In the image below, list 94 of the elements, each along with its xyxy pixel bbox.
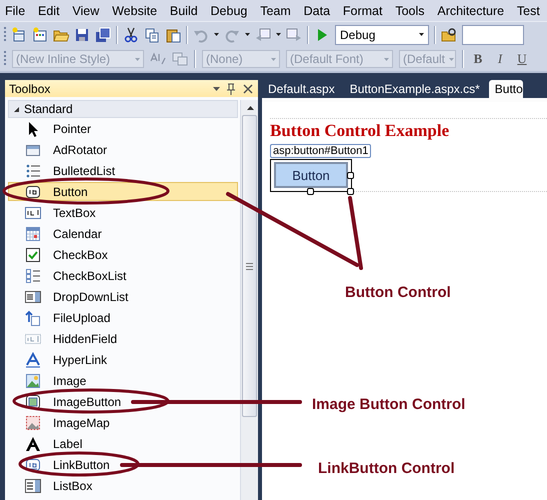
dropdown-caret-icon[interactable]	[245, 33, 250, 36]
dropdown-caret-icon[interactable]	[214, 33, 219, 36]
label-icon	[25, 436, 41, 452]
document-tab[interactable]: Butto	[488, 80, 523, 98]
menu-item[interactable]: Edit	[35, 2, 63, 20]
toolbox-item[interactable]: ListBox	[8, 476, 238, 495]
image-map-icon	[25, 414, 41, 430]
collapse-triangle-icon[interactable]	[13, 106, 20, 112]
toolbox-item[interactable]: Pointer	[8, 119, 238, 138]
resize-handle[interactable]	[347, 172, 354, 179]
toolbox-item[interactable]: Image	[8, 371, 238, 390]
hyperlink-icon	[25, 352, 41, 368]
dropdown-caret-icon	[271, 58, 276, 60]
toolbox-item[interactable]: LinkButton	[8, 455, 238, 474]
page-heading: Button Control Example	[270, 120, 450, 141]
dropdown-caret-icon[interactable]	[276, 33, 281, 36]
menu-item[interactable]: File	[2, 2, 28, 20]
format-button[interactable]: B	[470, 51, 486, 67]
control-tag: asp:button#Button1	[270, 144, 372, 158]
format-button[interactable]: U	[514, 51, 530, 67]
dropdown-caret-icon	[384, 58, 389, 60]
checkbox-icon	[25, 246, 41, 262]
paste-icon	[165, 26, 181, 42]
annotation-label: Button Control	[345, 284, 451, 301]
close-icon[interactable]	[242, 82, 254, 94]
annotation-label: Image Button Control	[312, 396, 466, 413]
toolbox-item[interactable]: TextBox	[8, 203, 238, 222]
pin-icon[interactable]	[225, 82, 237, 94]
grip-icon	[246, 262, 253, 270]
menu-item[interactable]: Format	[340, 2, 386, 20]
dropdown-caret-icon[interactable]	[213, 86, 220, 90]
menu-item[interactable]: Data	[300, 2, 334, 20]
scroll-up-icon[interactable]	[246, 105, 254, 111]
toolbox-item[interactable]: CheckBoxList	[8, 266, 238, 285]
configuration-value: Debug	[340, 28, 376, 42]
menu-item[interactable]: Build	[166, 2, 201, 20]
dropdown-value: (Default	[403, 52, 446, 66]
copy-icon	[144, 26, 160, 42]
dropdown-value: (None)	[206, 52, 243, 66]
toolbox-item[interactable]: CheckBox	[8, 245, 238, 264]
document-tab[interactable]: ButtonExample.aspx.cs*	[344, 80, 489, 98]
toolbox-item[interactable]: Label	[8, 434, 238, 453]
menu-item[interactable]: Architecture	[434, 2, 508, 20]
toolbox-group-header[interactable]: Standard	[8, 100, 238, 118]
annotation-label: LinkButton Control	[318, 460, 455, 477]
menu-item[interactable]: View	[69, 2, 102, 20]
button-icon	[25, 184, 41, 200]
menu-item[interactable]: Test	[514, 2, 543, 20]
navigate-back-icon[interactable]	[255, 26, 271, 42]
list-box-icon	[25, 478, 41, 494]
link-button-icon	[25, 456, 41, 472]
calendar-icon	[25, 226, 41, 242]
format-button[interactable]: I	[492, 51, 508, 67]
add-item-icon[interactable]	[32, 26, 48, 42]
bulleted-list-icon	[25, 162, 41, 178]
cut-icon	[123, 26, 139, 42]
resize-handle[interactable]	[347, 188, 354, 195]
document-tab[interactable]: Default.aspx	[262, 80, 344, 98]
scrollbar[interactable]	[240, 100, 258, 500]
toolbox-item[interactable]: ImageMap	[8, 413, 238, 432]
menu-item[interactable]: Tools	[392, 2, 428, 20]
toolbox-item[interactable]: ImageButton	[8, 392, 238, 411]
menu-item[interactable]: Debug	[208, 2, 250, 20]
toolbox-item[interactable]: HiddenField	[8, 329, 238, 348]
dropdown-caret-icon	[419, 33, 424, 36]
panel-title: Toolbox	[9, 82, 50, 96]
navigate-forward-icon[interactable]	[286, 26, 302, 42]
toolbox-item[interactable]: DropDownList	[8, 287, 238, 306]
dropdown-caret-icon	[449, 58, 454, 60]
resize-handle[interactable]	[307, 188, 314, 195]
page-button[interactable]: Button	[274, 162, 348, 188]
menu-item[interactable]: Website	[109, 2, 160, 20]
search-field[interactable]	[462, 24, 524, 44]
save-icon	[74, 26, 90, 42]
checkbox-list-icon	[25, 268, 41, 284]
toolbox-item[interactable]: Button	[8, 182, 238, 201]
text-box-icon	[25, 204, 41, 220]
new-project-icon[interactable]	[11, 26, 27, 42]
toolbox-item[interactable]: Calendar	[8, 224, 238, 243]
toolbox-item[interactable]: HyperLink	[8, 350, 238, 369]
dropdown-value: (New Inline Style)	[16, 52, 110, 66]
file-upload-icon	[25, 310, 41, 326]
dropdown-list-icon	[25, 288, 41, 304]
toolbox-item[interactable]: FileUpload	[8, 308, 238, 327]
find-in-files-icon[interactable]	[441, 26, 457, 42]
dropdown-value: (Default Font)	[290, 52, 364, 66]
save-all-icon	[95, 26, 111, 42]
toolbox-item[interactable]: BulletedList	[8, 161, 238, 180]
image-icon	[25, 372, 41, 388]
configuration-dropdown[interactable]: Debug	[335, 24, 429, 44]
dropdown-caret-icon	[135, 58, 140, 60]
menu-item[interactable]: Team	[257, 2, 294, 20]
toolbox-item[interactable]: AdRotator	[8, 140, 238, 159]
scroll-thumb[interactable]	[242, 115, 257, 417]
